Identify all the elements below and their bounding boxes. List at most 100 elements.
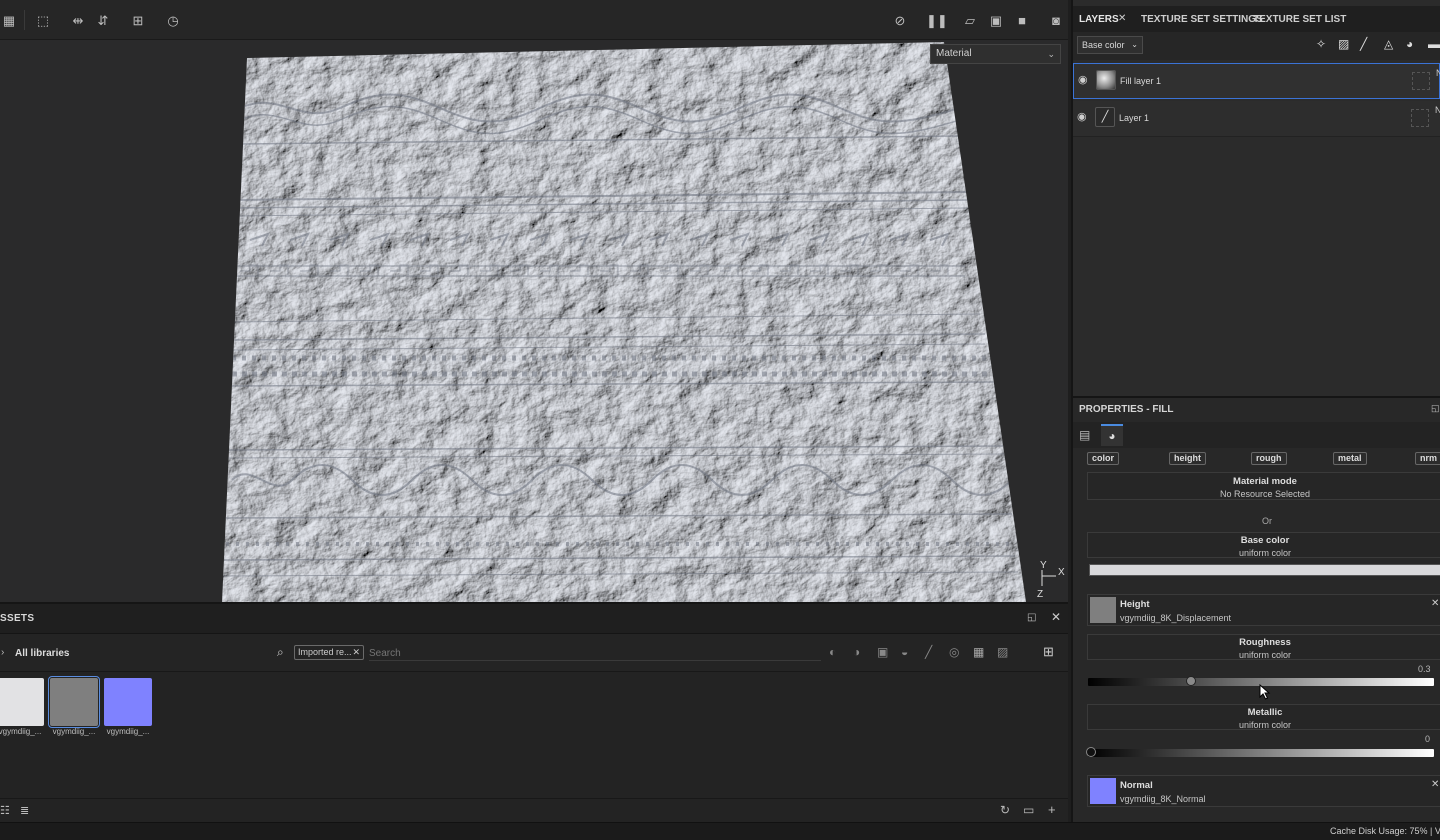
mouse-cursor-icon — [1259, 684, 1271, 700]
tab-layers[interactable]: LAYERS — [1079, 14, 1119, 25]
layer-mask-slot[interactable] — [1412, 72, 1430, 90]
toolbar-divider — [24, 10, 25, 30]
axis-z-label: Z — [1037, 589, 1044, 600]
add-fill-layer-icon[interactable]: ◬ — [1384, 37, 1393, 51]
channel-toggle-height[interactable]: height — [1169, 452, 1206, 465]
magic-wand-icon[interactable]: ✧ — [1316, 37, 1326, 51]
panel-tabs: LAYERS ✕ TEXTURE SET SETTINGS TEXTURE SE… — [1073, 6, 1440, 32]
remove-filter-icon[interactable]: ✕ — [352, 646, 360, 659]
add-effect-icon[interactable]: ◕ — [1406, 37, 1413, 51]
camera-3d-icon[interactable]: ▣ — [987, 12, 1005, 30]
metallic-slider[interactable] — [1086, 747, 1434, 757]
asset-label: vgymdiig_... — [106, 727, 150, 736]
layer-mask-slot[interactable] — [1411, 109, 1429, 127]
channel-toggle-nrm[interactable]: nrm — [1415, 452, 1440, 465]
generator-filter-icon[interactable]: ◒ — [901, 645, 908, 659]
screenshot-icon[interactable]: ◙ — [1047, 12, 1065, 30]
close-tab-icon[interactable]: ✕ — [1118, 13, 1126, 24]
add-paint-layer-icon[interactable]: ╱ — [1360, 37, 1367, 51]
grid-view-icon[interactable]: ⊞ — [1043, 644, 1054, 660]
grid-select-icon[interactable]: ▦ — [0, 12, 18, 30]
close-icon[interactable]: ✕ — [1051, 610, 1061, 624]
tab-texture-set-settings[interactable]: TEXTURE SET SETTINGS — [1141, 14, 1263, 25]
search-input[interactable] — [369, 647, 821, 661]
refresh-icon[interactable]: ↻ — [1000, 803, 1010, 817]
box-select-icon[interactable]: ⬚ — [34, 12, 52, 30]
layer-toolbar: Base color ⌄ ✧ ▨ ╱ ◬ ◕ ▬ — [1073, 32, 1440, 60]
material-mode-slot[interactable]: Material mode No Resource Selected — [1087, 472, 1440, 500]
list-view-icon[interactable]: ☷ — [0, 804, 10, 817]
assets-filter-bar: › All libraries ⌕ Imported re... ✕ ◐ ◑ ▣… — [0, 634, 1068, 672]
normal-texture-swatch — [1090, 778, 1116, 804]
clear-icon[interactable]: ✕ — [1431, 779, 1439, 790]
mirror-y-icon[interactable]: ⇵ — [94, 12, 112, 30]
roughness-slot[interactable]: Roughness uniform color — [1087, 634, 1440, 660]
tab-texture-set-list[interactable]: TEXTURE SET LIST — [1253, 14, 1346, 25]
viewport-toolbar: ▦ ⬚ ⇹ ⇵ ⊞ ◷ ⊘ ❚❚ ▱ ▣ ■ ◙ — [0, 0, 1068, 40]
metallic-value: uniform color — [1238, 720, 1292, 730]
add-icon[interactable]: + — [1048, 802, 1056, 817]
metallic-slot[interactable]: Metallic uniform color — [1087, 704, 1440, 730]
asset-label: vgymdiig_... — [0, 727, 42, 736]
normal-slot[interactable]: Normal vgymdiig_8K_Normal ✕ — [1087, 775, 1440, 807]
eye-icon[interactable]: ◉ — [1078, 73, 1088, 86]
fill-layer-thumbnail — [1096, 70, 1116, 90]
base-color-slot[interactable]: Base color uniform color — [1087, 532, 1440, 558]
add-mask-icon[interactable]: ▨ — [1338, 37, 1349, 51]
channel-select[interactable]: Base color ⌄ — [1077, 36, 1143, 54]
material-filter-icon[interactable]: ◐ — [829, 645, 836, 659]
properties-title: PROPERTIES - FILL — [1079, 404, 1174, 415]
blend-mode-label: N — [1435, 105, 1440, 115]
channel-toggle-rough[interactable]: rough — [1251, 452, 1287, 465]
camera-2d-icon[interactable]: ▱ — [961, 12, 979, 30]
channel-toggle-metal[interactable]: metal — [1333, 452, 1367, 465]
library-selector[interactable]: All libraries — [15, 648, 69, 659]
base-color-picker[interactable] — [1089, 564, 1440, 576]
mask-filter-icon[interactable]: ▣ — [877, 645, 888, 659]
history-icon[interactable]: ◷ — [164, 12, 182, 30]
slider-handle[interactable] — [1086, 747, 1096, 757]
assets-panel: SSETS ◱ ✕ › All libraries ⌕ Imported re.… — [0, 602, 1068, 824]
material-tab-icon[interactable]: ◕ — [1101, 424, 1123, 446]
layer-row-layer-1[interactable]: ◉ ╱ Layer 1 N — [1073, 101, 1440, 137]
pause-icon[interactable]: ❚❚ — [926, 12, 948, 30]
height-texture-swatch — [1090, 597, 1116, 623]
chevron-down-icon: ⌄ — [1131, 40, 1138, 49]
chevron-right-icon[interactable]: › — [1, 647, 4, 658]
search-icon: ⌕ — [277, 645, 284, 659]
viewport-mode-select[interactable]: Material ⌄ — [930, 44, 1061, 64]
material-mode-value: No Resource Selected — [1219, 489, 1311, 499]
add-folder-icon[interactable]: ▬ — [1428, 37, 1440, 51]
smart-material-filter-icon[interactable]: ◑ — [853, 645, 860, 659]
filter-chip[interactable]: Imported re... ✕ — [294, 645, 364, 660]
undock-icon[interactable]: ◱ — [1027, 612, 1036, 623]
axis-y-label: Y — [1040, 560, 1047, 571]
filter-chip-label: Imported re... — [298, 647, 352, 657]
sort-icon[interactable]: ≣ — [20, 804, 29, 817]
environment-filter-icon[interactable]: ▨ — [997, 645, 1008, 659]
slider-handle[interactable] — [1186, 676, 1196, 686]
add-frame-icon[interactable]: ⊞ — [129, 12, 147, 30]
normal-texture-name: vgymdiig_8K_Normal — [1120, 794, 1206, 804]
undock-icon[interactable]: ◱ — [1431, 403, 1440, 414]
texture-filter-icon[interactable]: ▦ — [973, 645, 984, 659]
settings-tab-icon[interactable]: ▤ — [1079, 428, 1090, 442]
3d-viewport[interactable]: Material ⌄ Y X Z — [0, 40, 1068, 602]
eye-icon[interactable]: ◉ — [1077, 110, 1087, 123]
hide-ui-icon[interactable]: ⊘ — [891, 12, 909, 30]
mirror-x-icon[interactable]: ⇹ — [69, 12, 87, 30]
asset-thumbnail[interactable] — [104, 678, 152, 726]
blend-mode-label: N — [1436, 68, 1440, 78]
height-slot[interactable]: Height vgymdiig_8K_Displacement ✕ — [1087, 594, 1440, 626]
video-icon[interactable]: ■ — [1013, 12, 1031, 30]
asset-thumbnail-selected[interactable] — [48, 676, 100, 728]
particle-filter-icon[interactable]: ◎ — [949, 645, 959, 659]
channel-toggle-color[interactable]: color — [1087, 452, 1120, 465]
clear-icon[interactable]: ✕ — [1431, 598, 1439, 609]
brush-filter-icon[interactable]: ╱ — [925, 645, 932, 659]
layer-name: Fill layer 1 — [1120, 76, 1162, 86]
folder-icon[interactable]: ▭ — [1023, 803, 1034, 817]
layer-row-fill-layer-1[interactable]: ◉ Fill layer 1 N — [1073, 63, 1440, 99]
axis-x-label: X — [1058, 567, 1065, 578]
asset-thumbnail[interactable] — [0, 678, 44, 726]
